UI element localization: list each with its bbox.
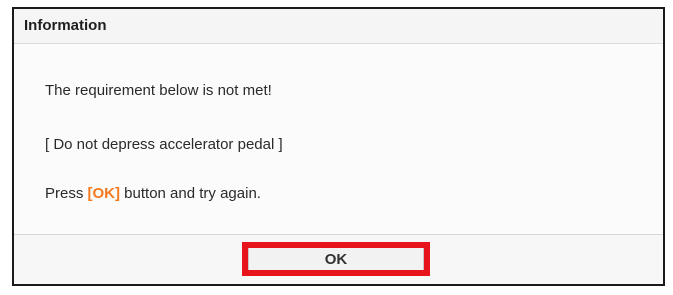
instruction-suffix: button and try again. [120,185,261,202]
instruction-ok-highlight: [OK] [87,185,121,202]
ok-button[interactable]: OK [242,242,430,276]
information-dialog: Information The requirement below is not… [12,7,665,286]
message-requirement-detail: [ Do not depress accelerator pedal ] [45,136,283,153]
message-requirement-not-met: The requirement below is not met! [45,82,272,99]
ok-button-label: OK [248,248,424,270]
instruction-prefix: Press [45,185,88,202]
dialog-body: The requirement below is not met! [ Do n… [14,44,663,234]
dialog-footer: OK [14,234,663,284]
dialog-title: Information [24,17,107,34]
message-instruction: Press [OK] button and try again. [45,185,261,202]
dialog-title-bar: Information [14,9,663,44]
